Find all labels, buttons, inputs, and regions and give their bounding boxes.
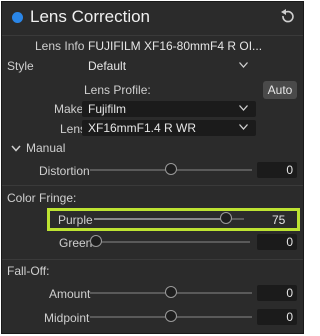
reset-icon[interactable] [280,9,294,25]
style-dropdown[interactable]: Default [82,57,256,73]
lens-correction-panel: Lens Correction Lens Info FUJIFILM XF16-… [1,1,304,334]
panel-title: Lens Correction [30,7,151,26]
panel-header[interactable]: Lens Correction [2,2,303,35]
divider [2,35,303,36]
style-label: Style [7,59,34,73]
chevron-down-icon [239,124,248,130]
midpoint-slider[interactable] [90,310,252,324]
distortion-label: Distortion [39,164,90,178]
caret-down-icon[interactable] [11,145,21,152]
divider [2,259,303,260]
slider-thumb[interactable] [220,212,232,224]
purple-slider[interactable] [94,212,244,226]
make-label: Make [54,102,84,116]
chevron-down-icon [239,62,248,68]
distortion-slider[interactable] [90,163,252,177]
midpoint-value-field[interactable]: 0 [257,309,297,325]
midpoint-label: Midpoint [44,311,90,325]
lens-dropdown[interactable]: XF16mmF1.4 R WR [82,120,256,136]
make-value: Fujifilm [88,102,126,116]
fall-off-label: Fall-Off: [7,264,50,278]
green-value-field[interactable]: 0 [257,234,297,250]
amount-slider[interactable] [90,286,252,300]
slider-thumb[interactable] [165,286,177,298]
chevron-down-icon [239,105,248,111]
status-dot-icon[interactable] [12,12,23,23]
amount-label: Amount [49,287,91,301]
slider-thumb[interactable] [90,235,102,247]
purple-value[interactable]: 75 [272,213,285,227]
lens-info-label: Lens Info [35,39,85,53]
lens-info-value: FUJIFILM XF16-80mmF4 R OI... [88,39,263,53]
slider-thumb[interactable] [165,163,177,175]
purple-label: Purple [58,213,93,227]
amount-value-field[interactable]: 0 [257,285,297,301]
auto-button[interactable]: Auto [263,81,297,99]
lens-value: XF16mmF1.4 R WR [88,121,197,135]
slider-fill [94,218,226,220]
make-dropdown[interactable]: Fujifilm [82,101,256,117]
distortion-value-field[interactable]: 0 [257,162,297,178]
manual-section-toggle[interactable]: Manual [26,141,65,155]
green-slider[interactable] [90,235,250,249]
lens-profile-label: Lens Profile: [84,83,151,97]
style-value: Default [88,59,127,73]
slider-thumb[interactable] [165,310,177,322]
slider-track [96,241,250,243]
green-label: Green [59,236,93,250]
divider [2,185,303,186]
color-fringe-label: Color Fringe: [7,191,77,205]
